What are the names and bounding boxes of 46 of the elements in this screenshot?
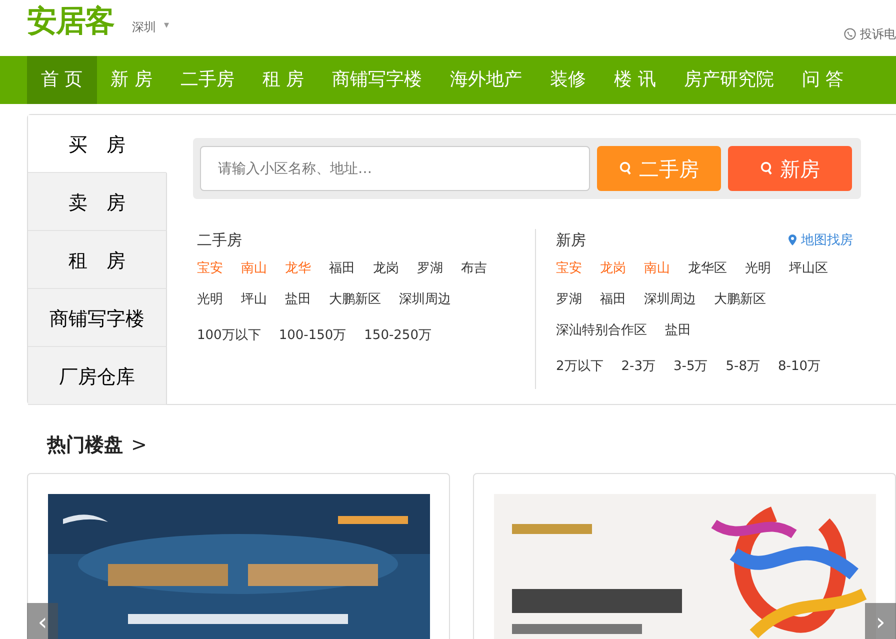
- phone-icon: [844, 28, 856, 40]
- district-link[interactable]: 光明: [745, 260, 771, 278]
- price-link[interactable]: 2万以下: [556, 358, 604, 376]
- complaint-link[interactable]: 投诉电: [860, 25, 896, 43]
- district-link[interactable]: 深圳周边: [644, 290, 696, 308]
- district-link[interactable]: 深汕特别合作区: [556, 322, 647, 340]
- district-link[interactable]: 罗湖: [556, 290, 582, 308]
- district-link[interactable]: 深圳周边: [399, 290, 451, 308]
- map-search-link[interactable]: 地图找房: [788, 229, 853, 252]
- district-link[interactable]: 福田: [600, 290, 626, 308]
- price-link[interactable]: 100-150万: [278, 326, 346, 344]
- district-link[interactable]: 坪山区: [789, 260, 828, 278]
- district-link[interactable]: 罗湖: [417, 260, 443, 278]
- sidebar-tab[interactable]: 买 房: [28, 115, 167, 173]
- section-heading[interactable]: 热门楼盘: [47, 431, 123, 460]
- city-selector[interactable]: 深圳: [132, 18, 156, 36]
- district-link[interactable]: 龙岗: [373, 260, 399, 278]
- sidebar-tab[interactable]: 租 房: [28, 231, 167, 289]
- district-link[interactable]: 光明: [197, 290, 223, 308]
- district-link[interactable]: 盐田: [285, 290, 311, 308]
- district-link[interactable]: 坪山: [241, 290, 267, 308]
- price-link[interactable]: 100万以下: [197, 326, 261, 344]
- district-link[interactable]: 布吉: [461, 260, 487, 278]
- price-link[interactable]: 5-8万: [726, 358, 760, 376]
- district-link[interactable]: 大鹏新区: [329, 290, 381, 308]
- section-title: 二手房: [197, 230, 242, 251]
- price-link[interactable]: 150-250万: [364, 326, 432, 344]
- district-link[interactable]: 大鹏新区: [714, 290, 766, 308]
- sidebar-tab[interactable]: 商铺写字楼: [28, 289, 167, 347]
- listing-card[interactable]: [473, 472, 896, 639]
- price-link[interactable]: 8-10万: [778, 358, 820, 376]
- section-title: 新房: [556, 230, 586, 251]
- price-link[interactable]: 2-3万: [621, 358, 656, 376]
- district-link[interactable]: 福田: [329, 260, 355, 278]
- location-pin-icon: [788, 234, 797, 246]
- search-icon: [760, 160, 774, 176]
- sidebar-tab[interactable]: 厂房仓库: [28, 347, 167, 405]
- nav-tab[interactable]: 首 页: [27, 56, 97, 104]
- listing-card[interactable]: [27, 472, 450, 639]
- more-arrow[interactable]: >: [131, 431, 147, 460]
- price-link[interactable]: 3-5万: [674, 358, 708, 376]
- sidebar-tab[interactable]: 卖 房: [28, 173, 167, 231]
- search-field[interactable]: 请输入小区名称、地址…: [200, 146, 590, 191]
- search-icon: [619, 160, 633, 176]
- district-link[interactable]: 盐田: [665, 322, 691, 340]
- district-link[interactable]: 龙华区: [688, 260, 727, 278]
